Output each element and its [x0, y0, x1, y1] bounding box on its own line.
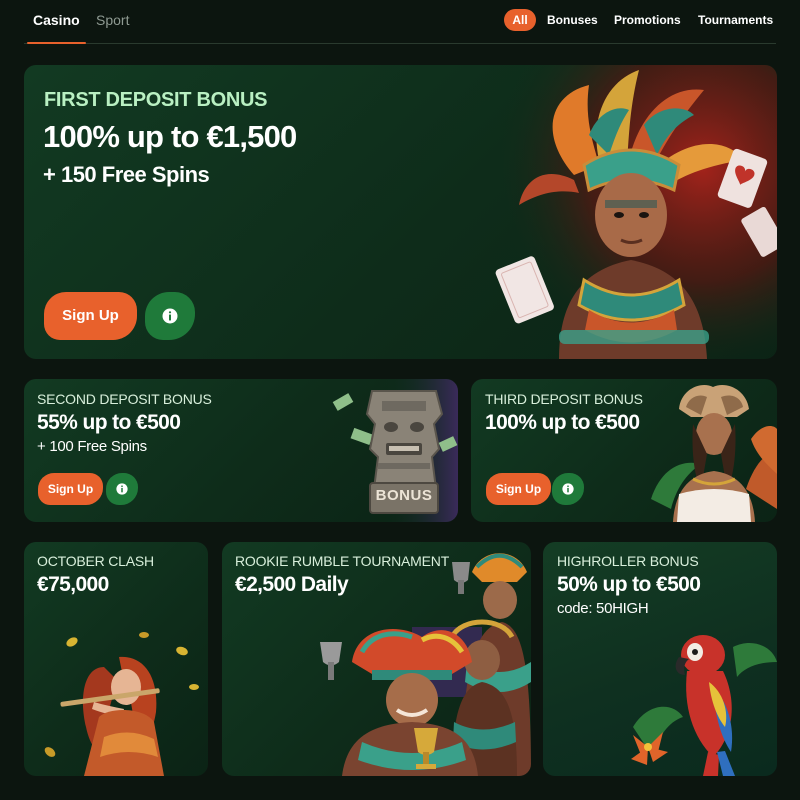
info-icon [116, 483, 128, 495]
third-sign-up-button[interactable]: Sign Up [486, 473, 551, 505]
promo-code-label: code: 50HIGH [557, 600, 649, 617]
tab-casino[interactable]: Casino [27, 10, 86, 44]
tribal-woman-illustration [651, 385, 777, 522]
october-eyebrow: OCTOBER CLASH [37, 553, 154, 569]
aztec-warrior-illustration [479, 65, 777, 359]
parrot-illustration [631, 635, 777, 776]
filter-bonuses[interactable]: Bonuses [547, 9, 598, 31]
hero-info-button[interactable] [145, 292, 195, 340]
highroller-bonus-card[interactable]: HIGHROLLER BONUS 50% up to €500 code: 50… [543, 542, 777, 776]
rookie-rumble-tournament-card[interactable]: ROOKIE RUMBLE TOURNAMENT €2,500 Daily [222, 542, 531, 776]
hero-headline: 100% up to €1,500 [43, 119, 297, 154]
hero-eyebrow: FIRST DEPOSIT BONUS [44, 89, 268, 111]
third-eyebrow: THIRD DEPOSIT BONUS [485, 391, 643, 407]
second-sign-up-button[interactable]: Sign Up [38, 473, 103, 505]
info-icon [162, 308, 178, 324]
first-deposit-bonus-card[interactable]: FIRST DEPOSIT BONUS 100% up to €1,500 + … [24, 65, 777, 359]
third-headline: 100% up to €500 [485, 411, 640, 434]
highroller-eyebrow: HIGHROLLER BONUS [557, 553, 699, 569]
highroller-headline: 50% up to €500 [557, 573, 701, 596]
rookie-headline: €2,500 Daily [235, 573, 349, 596]
filter-promotions[interactable]: Promotions [614, 9, 681, 31]
second-info-button[interactable] [106, 473, 138, 505]
info-icon [562, 483, 574, 495]
october-clash-card[interactable]: OCTOBER CLASH €75,000 [24, 542, 208, 776]
third-deposit-bonus-card[interactable]: THIRD DEPOSIT BONUS 100% up to €500 Sign… [471, 379, 777, 522]
tab-sport[interactable]: Sport [96, 10, 129, 30]
bonus-stamp-text: BONUS [375, 487, 433, 504]
second-subline: + 100 Free Spins [37, 438, 147, 455]
flute-girl-illustration [44, 632, 199, 776]
october-headline: €75,000 [37, 573, 109, 596]
hero-subline: + 150 Free Spins [43, 162, 210, 187]
third-info-button[interactable] [552, 473, 584, 505]
filter-all[interactable]: All [504, 9, 536, 31]
second-deposit-bonus-card[interactable]: BONUS SECOND DEPOSIT BONUS 55% up to €50… [24, 379, 458, 522]
rookie-eyebrow: ROOKIE RUMBLE TOURNAMENT [235, 553, 450, 569]
filter-tournaments[interactable]: Tournaments [698, 9, 773, 31]
hero-sign-up-button[interactable]: Sign Up [44, 292, 137, 340]
top-nav: Casino Sport All Bonuses Promotions Tour… [24, 0, 776, 44]
second-eyebrow: SECOND DEPOSIT BONUS [37, 391, 212, 407]
second-headline: 55% up to €500 [37, 411, 181, 434]
